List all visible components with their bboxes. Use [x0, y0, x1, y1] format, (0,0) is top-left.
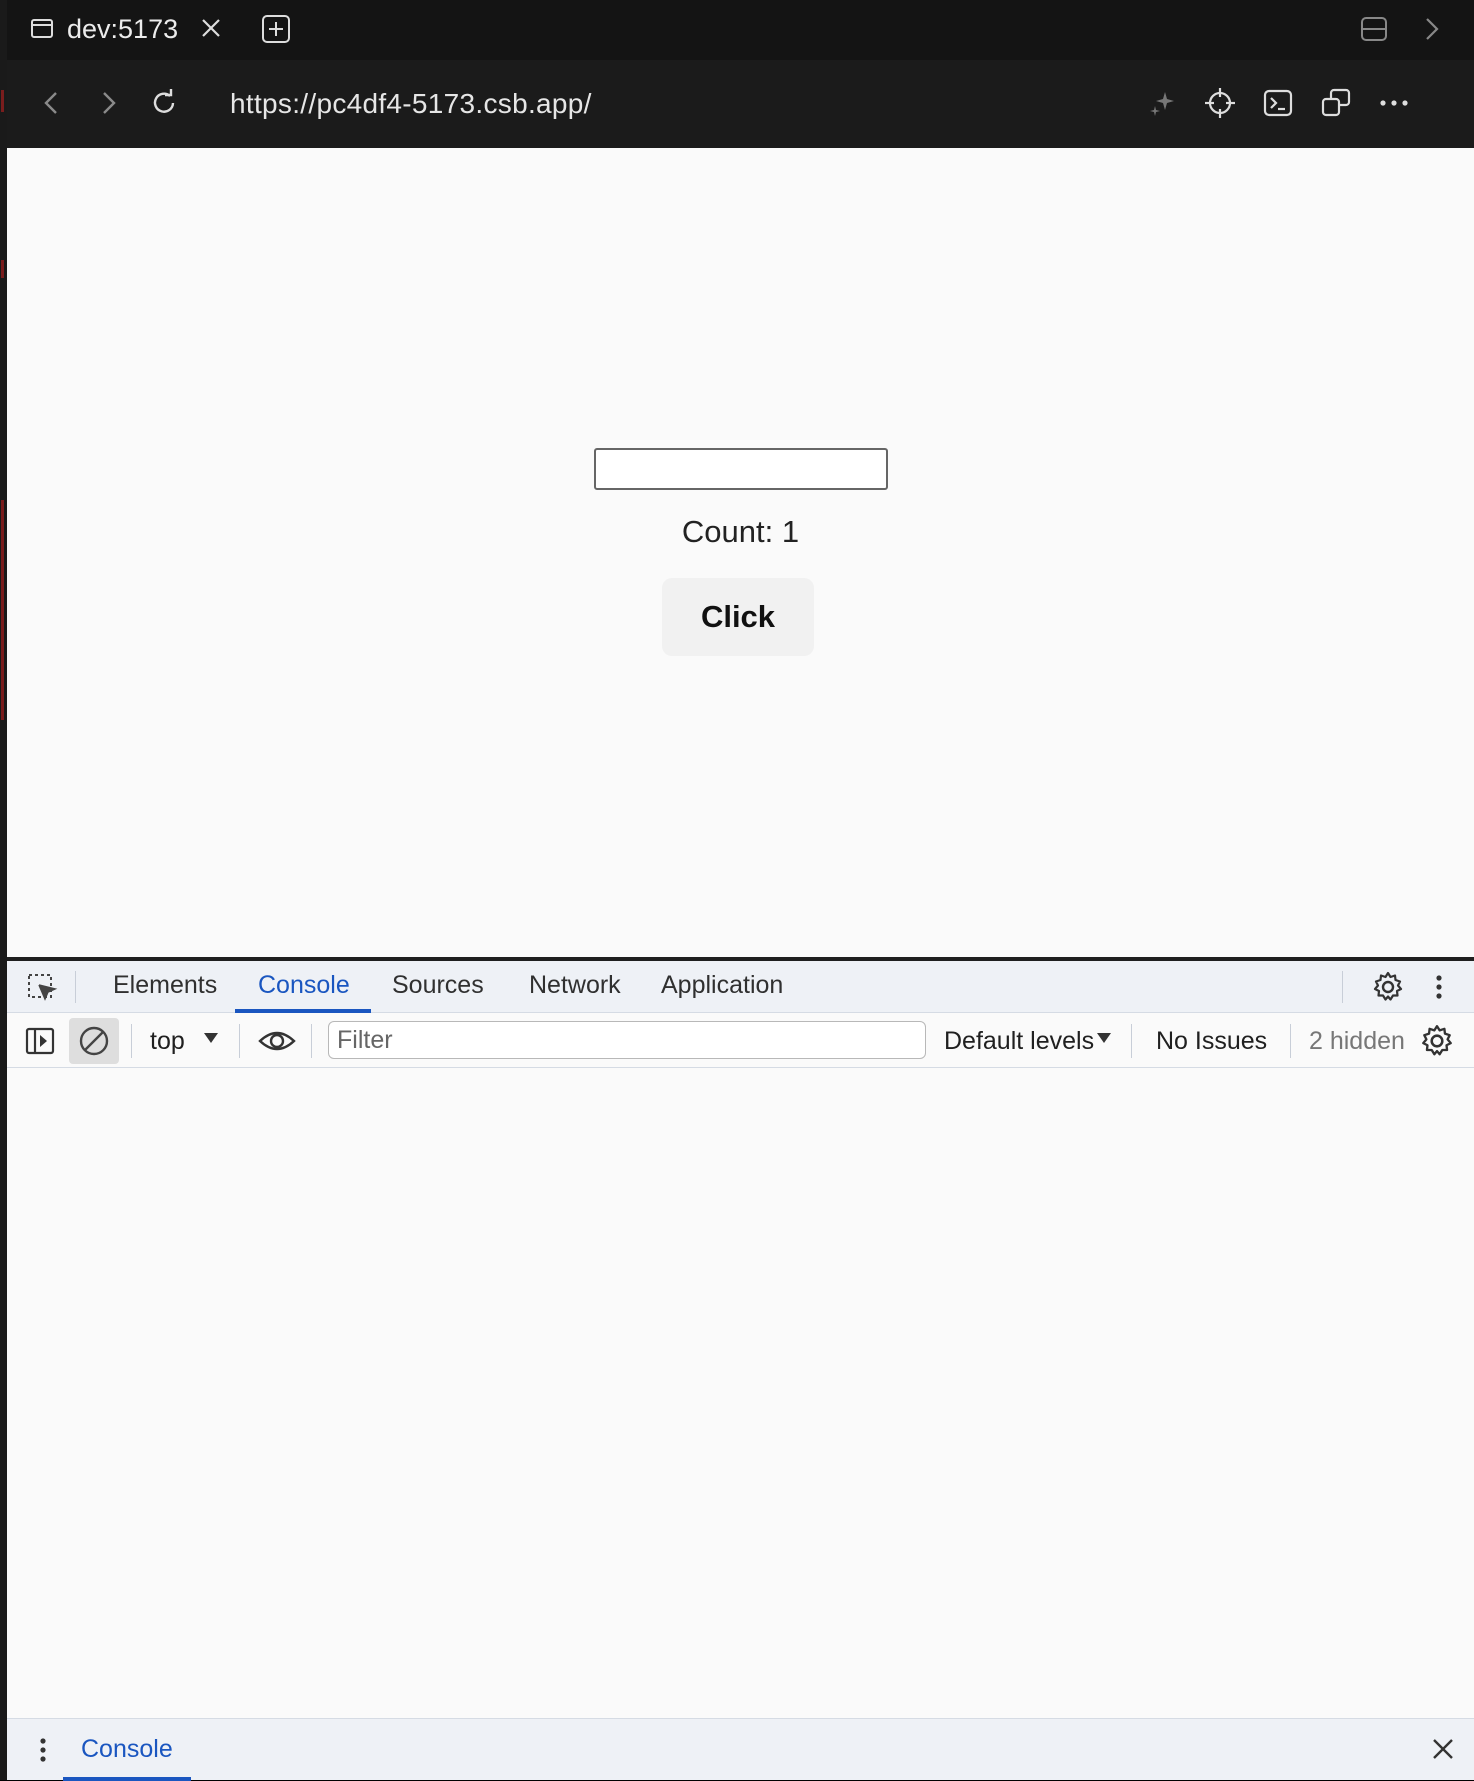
- edge-mark: [1, 500, 4, 720]
- devtools-panel: Elements Console Sources Network Applica…: [7, 957, 1474, 1781]
- divider: [131, 1024, 132, 1058]
- layout-icon[interactable]: [1359, 14, 1389, 44]
- terminal-icon[interactable]: [1261, 86, 1295, 120]
- log-levels-dropdown[interactable]: Default levels: [944, 1027, 1094, 1056]
- drawer-active-indicator: [63, 1777, 191, 1781]
- drawer-tab-console[interactable]: Console: [81, 1735, 173, 1764]
- divider: [1290, 1024, 1291, 1058]
- page-viewport: Count: 1 Click: [7, 148, 1474, 957]
- text-input[interactable]: [594, 448, 888, 490]
- clear-console-button[interactable]: [69, 1018, 119, 1064]
- divider: [311, 1024, 312, 1058]
- device-toggle-icon[interactable]: [1319, 86, 1353, 120]
- context-selector[interactable]: top: [150, 1027, 185, 1056]
- tab-console[interactable]: Console: [258, 971, 350, 1000]
- new-tab-icon[interactable]: [261, 14, 291, 44]
- click-button[interactable]: Click: [662, 578, 814, 656]
- devtools-tabbar: Elements Console Sources Network Applica…: [7, 961, 1474, 1013]
- dropdown-arrow-icon[interactable]: [201, 1028, 221, 1048]
- kebab-menu-icon[interactable]: [1427, 970, 1451, 1004]
- reload-icon[interactable]: [147, 86, 181, 120]
- divider: [1342, 971, 1343, 1003]
- edge-mark: [1, 90, 4, 112]
- console-toolbar: top Default levels No Issues 2 hidden: [7, 1014, 1474, 1068]
- tab-title[interactable]: dev:5173: [67, 14, 178, 45]
- tab-elements[interactable]: Elements: [113, 971, 217, 1000]
- edge-mark: [1, 260, 4, 278]
- sparkle-icon[interactable]: [1145, 86, 1179, 120]
- issues-button[interactable]: No Issues: [1156, 1027, 1267, 1056]
- divider: [1131, 1024, 1132, 1058]
- back-icon[interactable]: [35, 86, 69, 120]
- crosshair-icon[interactable]: [1203, 86, 1237, 120]
- window-edge: [0, 0, 7, 1780]
- tab-sources[interactable]: Sources: [392, 971, 484, 1000]
- filter-input[interactable]: [328, 1021, 926, 1059]
- count-label: Count: 1: [681, 514, 800, 549]
- navigation-bar: https://pc4df4-5173.csb.app/: [7, 60, 1474, 148]
- eye-icon[interactable]: [257, 1023, 297, 1059]
- hidden-count: 2 hidden: [1309, 1027, 1405, 1055]
- tab-strip: dev:5173: [7, 0, 1474, 60]
- close-drawer-icon[interactable]: [1427, 1733, 1459, 1765]
- divider: [239, 1024, 240, 1058]
- drawer-tabbar: Console: [7, 1718, 1474, 1781]
- close-tab-icon[interactable]: [197, 14, 225, 42]
- more-menu-icon[interactable]: [1377, 86, 1411, 120]
- tab-network[interactable]: Network: [529, 971, 621, 1000]
- levels-arrow-icon[interactable]: [1095, 1028, 1113, 1048]
- chevron-right-icon[interactable]: [1417, 14, 1447, 44]
- tab-application[interactable]: Application: [661, 971, 783, 1000]
- forward-icon[interactable]: [91, 86, 125, 120]
- divider: [75, 971, 76, 1003]
- tab-page-icon: [31, 19, 53, 38]
- active-tab-indicator: [235, 1009, 371, 1013]
- url-field[interactable]: https://pc4df4-5173.csb.app/: [230, 88, 592, 120]
- drawer-menu-icon[interactable]: [33, 1733, 53, 1767]
- sidebar-toggle-icon[interactable]: [23, 1024, 57, 1058]
- console-settings-icon[interactable]: [1419, 1023, 1455, 1059]
- settings-gear-icon[interactable]: [1371, 970, 1405, 1004]
- inspect-element-icon[interactable]: [25, 971, 59, 1005]
- console-output[interactable]: [7, 1069, 1474, 1719]
- browser-window: dev:5173 https://pc4df4-5173.csb.app/ Co…: [0, 0, 1474, 1781]
